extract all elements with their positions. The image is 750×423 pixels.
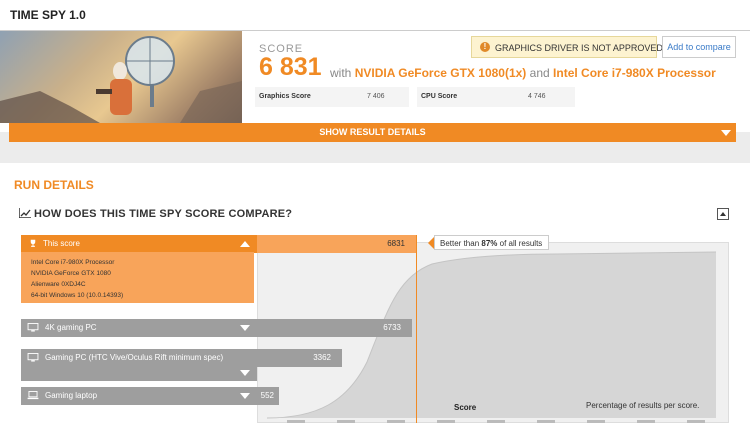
cpu-score-cell: CPU Score 4 746	[417, 87, 575, 107]
row-score: 3362	[313, 353, 331, 362]
graphics-score-label: Graphics Score	[259, 93, 311, 100]
graphics-score-value: 7 406	[367, 93, 385, 100]
row-gaming-pc[interactable]: Gaming PC (HTC Vive/Oculus Rift minimum …	[21, 349, 257, 381]
trophy-icon	[30, 239, 36, 247]
row-gaming-laptop[interactable]: Gaming laptop	[21, 387, 257, 405]
chevron-down-icon	[721, 130, 731, 136]
score-panel: SCORE 6 831 with NVIDIA GeForce GTX 1080…	[255, 31, 750, 123]
chevron-down-icon	[240, 393, 250, 399]
run-details-panel: RUN DETAILS HOW DOES THIS TIME SPY SCORE…	[0, 163, 750, 423]
bar-4k-gaming-pc: 6733	[257, 319, 412, 337]
row-score: 6733	[383, 323, 401, 332]
row-label: Gaming PC (HTC Vive/Oculus Rift minimum …	[45, 353, 224, 362]
bar-gaming-laptop: 552	[257, 387, 279, 405]
score-value: 6 831	[259, 53, 322, 81]
x-axis-ticks	[287, 420, 705, 423]
this-score-row[interactable]: This score	[21, 235, 257, 253]
add-to-compare-button[interactable]: Add to compare	[662, 36, 736, 58]
better-suffix: of all results	[499, 239, 543, 248]
chart-icon	[19, 208, 31, 218]
chevron-down-icon	[240, 370, 250, 376]
row-label: Gaming laptop	[45, 391, 98, 400]
row-score: 552	[260, 391, 274, 400]
warning-text: GRAPHICS DRIVER IS NOT APPROVED	[495, 43, 663, 53]
score-marker-line	[416, 235, 417, 423]
better-than-callout: Better than 87% of all results	[434, 235, 550, 250]
artwork-image	[0, 36, 242, 123]
score-hardware: with NVIDIA GeForce GTX 1080(1x) and Int…	[330, 66, 716, 80]
driver-warning: ! GRAPHICS DRIVER IS NOT APPROVED	[471, 36, 663, 58]
with-text: with	[330, 66, 352, 80]
show-result-details-bar[interactable]: SHOW RESULT DETAILS	[9, 123, 736, 142]
detail-os: 64-bit Windows 10 (10.0.14393)	[31, 292, 124, 299]
gpu-name[interactable]: NVIDIA GeForce GTX 1080(1x)	[355, 66, 527, 80]
chevron-down-icon	[240, 325, 250, 331]
result-header: TIME SPY 1.0 SCORE 6 831 with NVIDIA GeF…	[0, 0, 750, 142]
benchmark-title: TIME SPY 1.0	[10, 8, 86, 22]
detail-system: Alienware 0XDJ4C	[31, 281, 86, 288]
graphics-score-cell: Graphics Score 7 406	[255, 87, 409, 107]
benchmark-artwork	[0, 31, 242, 123]
row-label: 4K gaming PC	[45, 323, 97, 332]
detail-gpu: NVIDIA GeForce GTX 1080	[31, 270, 111, 277]
monitor-icon	[27, 323, 39, 332]
run-details-title: RUN DETAILS	[14, 178, 94, 192]
show-details-label: SHOW RESULT DETAILS	[319, 127, 426, 137]
detail-cpu: Intel Core i7-980X Processor	[31, 259, 115, 266]
x-axis-label: Score	[454, 403, 477, 412]
better-prefix: Better than	[440, 239, 480, 248]
cpu-name[interactable]: Intel Core i7-980X Processor	[553, 66, 716, 80]
percentage-caption: Percentage of results per score.	[586, 401, 700, 410]
collapse-button[interactable]	[717, 208, 729, 220]
better-percentage: 87%	[481, 239, 498, 248]
monitor-icon	[27, 353, 39, 362]
this-score-details: Intel Core i7-980X Processor NVIDIA GeFo…	[21, 252, 254, 303]
chevron-up-icon	[240, 241, 250, 247]
chevron-up-icon	[720, 212, 726, 216]
laptop-icon	[27, 391, 39, 400]
cpu-score-label: CPU Score	[421, 93, 458, 100]
this-score-bar: 6831	[257, 235, 416, 253]
row-4k-gaming-pc[interactable]: 4K gaming PC	[21, 319, 257, 337]
bar-gaming-pc: 3362	[257, 349, 342, 367]
compare-section-title: HOW DOES THIS TIME SPY SCORE COMPARE?	[34, 208, 293, 220]
warning-icon: !	[480, 42, 490, 52]
and-text: and	[529, 66, 550, 80]
this-score-label: This score	[43, 239, 80, 248]
cpu-score-value: 4 746	[528, 93, 546, 100]
this-score-value: 6831	[387, 239, 405, 248]
